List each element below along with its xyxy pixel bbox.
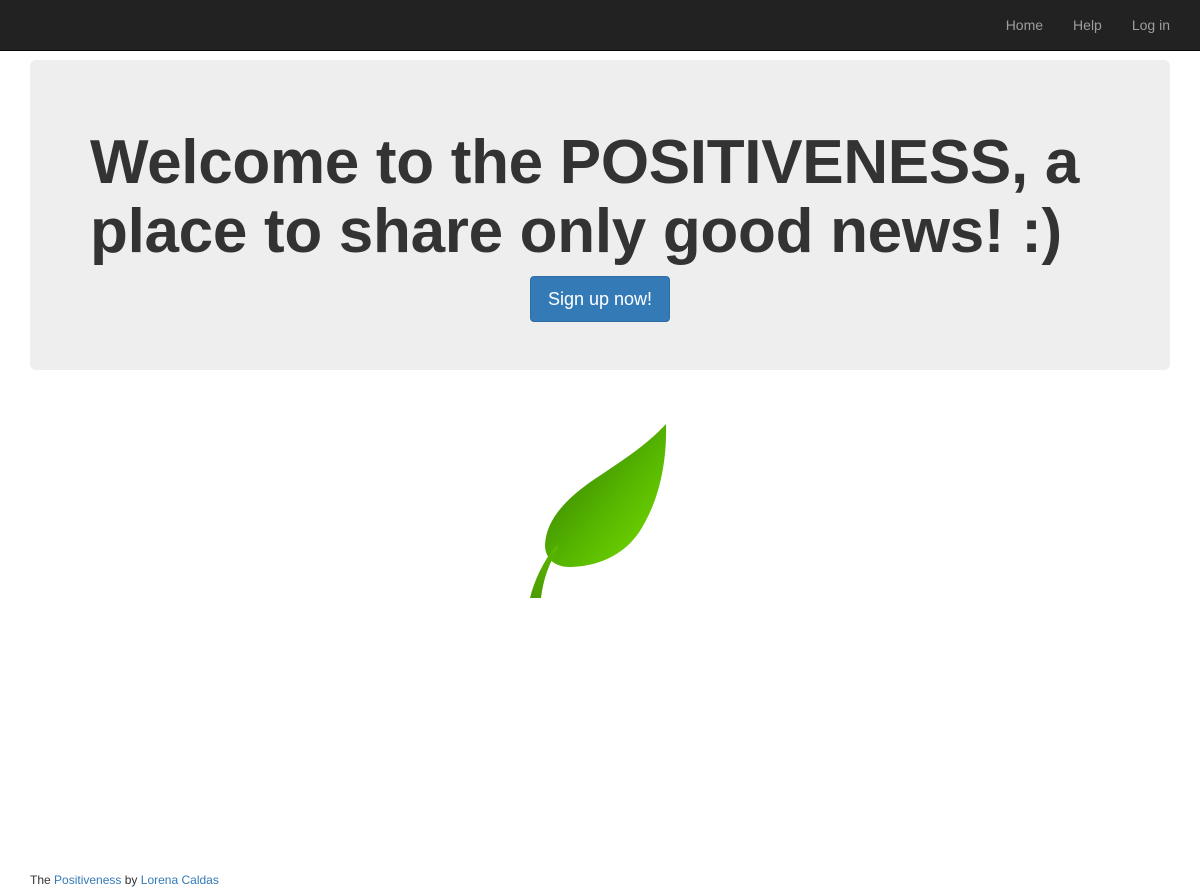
footer-brand-link[interactable]: Positiveness: [54, 873, 121, 887]
page-footer: The Positiveness by Lorena Caldas: [30, 873, 219, 887]
sign-up-button[interactable]: Sign up now!: [530, 276, 670, 322]
navbar-links: Home Help Log in: [991, 0, 1185, 50]
top-navbar: Home Help Log in: [0, 0, 1200, 51]
nav-link-home[interactable]: Home: [991, 0, 1058, 50]
nav-link-help[interactable]: Help: [1058, 0, 1117, 50]
leaf-icon: [530, 424, 667, 598]
hero-title: Welcome to the POSITIVENESS, a place to …: [90, 128, 1079, 266]
footer-prefix-text: The: [30, 873, 51, 887]
footer-by-text: by: [124, 873, 138, 887]
footer-author-link[interactable]: Lorena Caldas: [141, 873, 219, 887]
hero-jumbotron: Welcome to the POSITIVENESS, a place to …: [30, 60, 1170, 370]
nav-link-log-in[interactable]: Log in: [1117, 0, 1185, 50]
